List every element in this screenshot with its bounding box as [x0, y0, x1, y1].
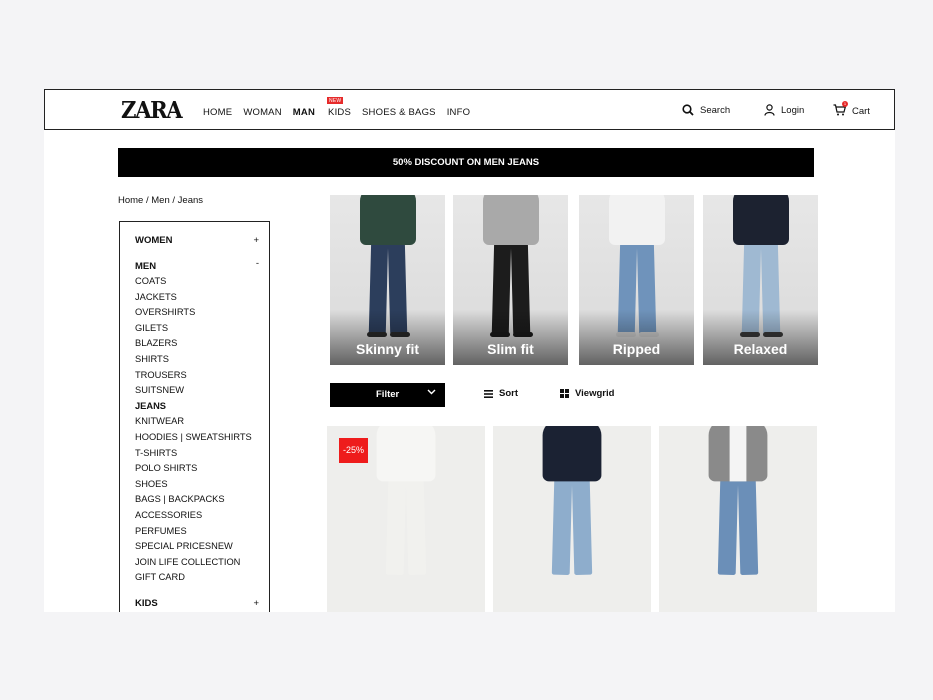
sidebar-item-overshirts[interactable]: OVERSHIRTS	[135, 306, 252, 322]
sidebar-men-toggle[interactable]: MEN -	[135, 258, 259, 272]
sidebar-women-toggle[interactable]: WOMEN +	[135, 235, 259, 246]
breadcrumb-men[interactable]: Men	[151, 195, 169, 206]
site-header: ZARA HOME WOMAN MAN KIDS NEW SHOES & BAGS INFO…	[44, 89, 895, 130]
viewgrid-button[interactable]: Viewgrid	[560, 388, 614, 399]
breadcrumb-separator: /	[169, 195, 178, 206]
sidebar-item-special-pricesnew[interactable]: SPECIAL PRICESNEW	[135, 540, 252, 556]
sidebar-kids-label: KIDS	[135, 598, 158, 609]
sidebar-item-hoodies-sweatshirts[interactable]: HOODIES | SWEATSHIRTS	[135, 431, 252, 447]
product-card[interactable]: -25%	[327, 426, 485, 612]
sidebar-item-t-shirts[interactable]: T-SHIRTS	[135, 447, 252, 463]
product-card[interactable]	[493, 426, 651, 612]
nav-item-label: INFO	[446, 107, 471, 118]
page-frame: ZARA HOME WOMAN MAN KIDS NEW SHOES & BAGS INFO…	[44, 89, 895, 612]
sidebar-item-shirts[interactable]: SHIRTS	[135, 353, 252, 369]
model-figure	[696, 426, 780, 612]
filter-label: Filter	[376, 389, 400, 400]
viewgrid-label: Viewgrid	[575, 388, 615, 399]
search-button[interactable]: Search	[682, 104, 730, 116]
nav-item-home[interactable]: HOME	[203, 107, 232, 118]
sidebar-item-bags-backpacks[interactable]: BAGS | BACKPACKS	[135, 493, 252, 509]
filter-dropdown[interactable]: Filter	[330, 383, 445, 407]
model-figure	[530, 426, 614, 612]
nav-item-shoes-bags[interactable]: SHOES & BAGS	[362, 107, 436, 118]
nav-item-label: KIDS	[328, 107, 352, 118]
sidebar-item-jeans[interactable]: JEANS	[135, 400, 252, 416]
login-button[interactable]: Login	[764, 104, 804, 116]
category-tile-slim-fit[interactable]: Slim fit	[453, 195, 568, 365]
sidebar-item-join-life-collection[interactable]: JOIN LIFE COLLECTION	[135, 556, 252, 572]
nav-item-label: WOMAN	[243, 107, 282, 118]
sidebar-item-jackets[interactable]: JACKETS	[135, 291, 252, 307]
grid-icon	[560, 389, 569, 398]
category-label: Relaxed	[733, 341, 788, 357]
login-label: Login	[781, 104, 805, 116]
sidebar-item-suitsnew[interactable]: SUITSNEW	[135, 384, 252, 400]
sidebar-women-label: WOMEN	[135, 235, 173, 246]
expand-icon: +	[253, 235, 259, 246]
product-card[interactable]	[659, 426, 817, 612]
sidebar-item-trousers[interactable]: TROUSERS	[135, 369, 252, 385]
sidebar-item-shoes[interactable]: SHOES	[135, 478, 252, 494]
sidebar-item-accessories[interactable]: ACCESSORIES	[135, 509, 252, 525]
nav-item-label: MAN	[292, 107, 316, 118]
nav-item-man[interactable]: MAN	[293, 107, 315, 118]
sidebar-item-knitwear[interactable]: KNITWEAR	[135, 415, 252, 431]
collapse-icon: -	[255, 258, 259, 269]
list-icon	[484, 389, 493, 398]
breadcrumb: Home / Men / Jeans	[118, 195, 203, 206]
sidebar-item-blazers[interactable]: BLAZERS	[135, 337, 252, 353]
category-tile-skinny-fit[interactable]: Skinny fit	[330, 195, 445, 365]
cart-count-badge: 1	[842, 101, 848, 107]
sidebar-kids-toggle[interactable]: KIDS +	[135, 598, 259, 609]
category-label: Slim fit	[487, 341, 534, 357]
sidebar-item-polo-shirts[interactable]: POLO SHIRTS	[135, 462, 252, 478]
new-badge: NEW	[327, 97, 344, 104]
sort-button[interactable]: Sort	[484, 388, 518, 399]
sidebar-item-coats[interactable]: COATS	[135, 275, 252, 291]
brand-logo[interactable]: ZARA	[121, 97, 183, 124]
category-label: Ripped	[612, 341, 661, 357]
sort-label: Sort	[499, 388, 518, 399]
category-label: Skinny fit	[355, 341, 419, 357]
nav-item-woman[interactable]: WOMAN	[243, 107, 281, 118]
sidebar-item-gilets[interactable]: GILETS	[135, 322, 252, 338]
expand-icon: +	[253, 598, 259, 609]
sidebar-men-label: MEN	[135, 261, 157, 272]
nav-item-kids[interactable]: KIDS NEW	[327, 97, 352, 118]
nav-item-info[interactable]: INFO	[447, 107, 471, 118]
breadcrumb-home[interactable]: Home	[118, 195, 143, 206]
chevron-down-icon	[427, 387, 436, 399]
breadcrumb-jeans[interactable]: Jeans	[178, 195, 203, 206]
discount-badge: -25%	[339, 438, 368, 463]
cart-label: Cart	[852, 106, 870, 117]
nav-item-label: HOME	[203, 107, 233, 118]
nav-item-label: SHOES & BAGS	[362, 107, 436, 118]
category-tile-ripped[interactable]: Ripped	[579, 195, 694, 365]
sidebar-item-gift-card[interactable]: GIFT CARD	[135, 571, 252, 587]
main-nav: HOME WOMAN MAN KIDS NEW SHOES & BAGS INFO	[203, 97, 481, 118]
search-icon	[682, 104, 694, 116]
men-category-list: COATS JACKETS OVERSHIRTS GILETS BLAZERS SHIRT…	[135, 275, 252, 587]
sidebar-item-perfumes[interactable]: PERFUMES	[135, 525, 252, 541]
category-sidebar: WOMEN + MEN - COATS JACKETS OVERSHIRTS GILE…	[119, 221, 270, 612]
user-icon	[764, 104, 775, 116]
category-tile-relaxed[interactable]: Relaxed	[703, 195, 818, 365]
promo-banner[interactable]: 50% DISCOUNT ON MEN JEANS	[118, 148, 814, 177]
search-label: Search	[700, 104, 731, 116]
model-figure	[364, 426, 448, 612]
cart-button[interactable]: 1 Cart	[833, 101, 870, 119]
